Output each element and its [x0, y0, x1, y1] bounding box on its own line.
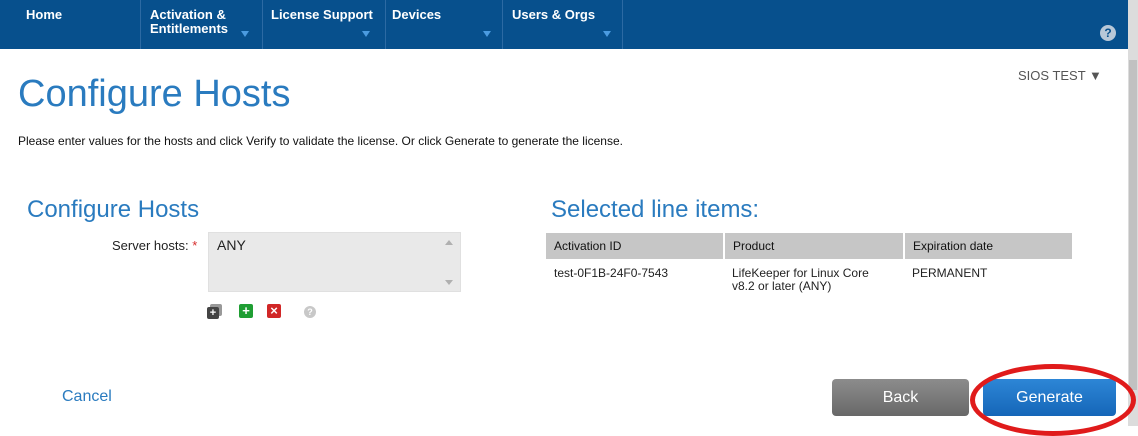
nav-item-label: Devices	[392, 7, 442, 22]
expand-icon[interactable]: +	[207, 307, 219, 319]
chevron-down-icon[interactable]	[483, 31, 491, 37]
product-name-line2: v8.2 or later (ANY)	[732, 279, 832, 293]
table-row: test-0F1B-24F0-7543 LifeKeeper for Linux…	[546, 259, 1072, 293]
scroll-up-arrow-icon[interactable]	[445, 240, 453, 245]
nav-item-devices[interactable]: Devices	[392, 0, 441, 49]
server-hosts-label-text: Server hosts:	[112, 238, 189, 253]
scroll-down-arrow-icon[interactable]	[445, 280, 453, 285]
line-items-table: Activation ID Product Expiration date te…	[546, 233, 1072, 293]
chevron-down-icon[interactable]	[362, 31, 370, 37]
chevron-down-icon[interactable]	[603, 31, 611, 37]
top-navigation-bar: Home Activation & Entitlements License S…	[0, 0, 1128, 49]
table-header-row: Activation ID Product Expiration date	[546, 233, 1072, 259]
cancel-link[interactable]: Cancel	[62, 388, 112, 406]
generate-button[interactable]: Generate	[983, 379, 1116, 416]
selected-line-items-heading: Selected line items:	[551, 196, 760, 223]
cell-expiration-date: PERMANENT	[912, 266, 988, 280]
nav-item-label: Users & Orgs	[512, 7, 596, 22]
nav-separator	[140, 0, 141, 49]
nav-item-activation-entitlements[interactable]: Activation & Entitlements	[150, 0, 228, 49]
nav-item-label: Activation &	[150, 7, 226, 22]
cell-product: LifeKeeper for Linux Core v8.2 or later …	[724, 259, 904, 293]
page-scrollbar-thumb[interactable]	[1129, 60, 1137, 390]
server-hosts-label: Server hosts: *	[112, 238, 197, 253]
help-icon[interactable]: ?	[1100, 25, 1116, 41]
account-menu[interactable]: SIOS TEST ▼	[1018, 68, 1102, 83]
chevron-down-icon[interactable]	[241, 31, 249, 37]
nav-separator	[502, 0, 503, 49]
product-name-line1: LifeKeeper for Linux Core	[732, 266, 869, 280]
instructions-text: Please enter values for the hosts and cl…	[18, 134, 623, 148]
nav-item-license-support[interactable]: License Support	[271, 0, 373, 49]
nav-item-label: Home	[26, 7, 63, 22]
back-button[interactable]: Back	[832, 379, 969, 416]
column-header-product: Product	[724, 233, 905, 259]
nav-item-label-line2: Entitlements	[150, 21, 229, 36]
cell-activation-id: test-0F1B-24F0-7543	[554, 266, 669, 280]
server-hosts-input[interactable]: ANY	[208, 232, 461, 292]
info-icon[interactable]: ?	[304, 306, 316, 318]
remove-icon[interactable]: ×	[267, 304, 281, 318]
nav-item-users-orgs[interactable]: Users & Orgs	[512, 0, 595, 49]
configure-hosts-heading: Configure Hosts	[27, 196, 200, 223]
column-header-activation-id: Activation ID	[546, 233, 725, 259]
nav-separator	[385, 0, 386, 49]
nav-separator	[622, 0, 623, 49]
required-marker: *	[192, 238, 198, 253]
page-title: Configure Hosts	[18, 73, 291, 115]
nav-item-label: License Support	[271, 7, 373, 22]
nav-separator	[262, 0, 263, 49]
nav-item-home[interactable]: Home	[26, 0, 62, 49]
column-header-expiration-date: Expiration date	[904, 233, 1072, 259]
add-icon[interactable]: +	[239, 304, 253, 318]
